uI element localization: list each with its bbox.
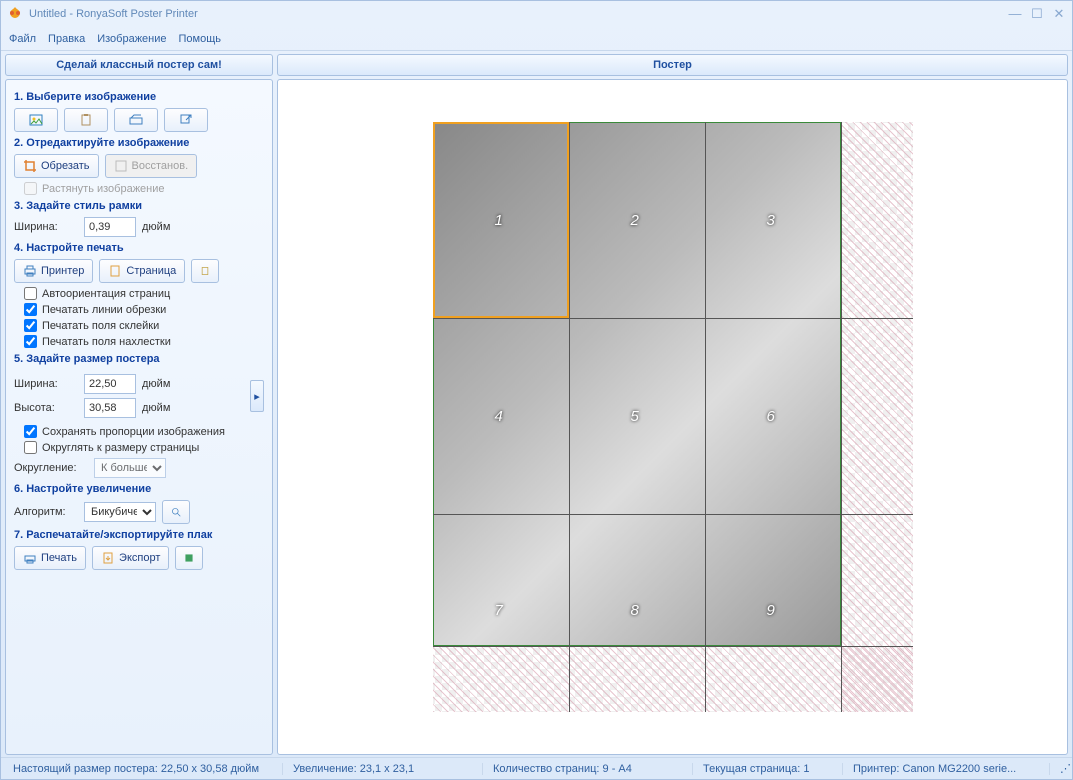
keep-ratio-checkbox[interactable] bbox=[24, 425, 37, 438]
step6-title: 6. Настройте увеличение bbox=[14, 483, 264, 495]
page-extra-button[interactable] bbox=[191, 259, 219, 283]
titlebar: Untitled - RonyaSoft Poster Printer — ☐ … bbox=[1, 1, 1072, 27]
crop-icon bbox=[23, 159, 37, 173]
statusbar: Настоящий размер постера: 22,50 x 30,58 … bbox=[1, 757, 1072, 779]
step3-title: 3. Задайте стиль рамки bbox=[14, 200, 264, 212]
square-icon bbox=[184, 551, 194, 565]
open-image-button[interactable] bbox=[14, 108, 58, 132]
header-row: Сделай классный постер сам! Постер bbox=[1, 51, 1072, 79]
window-title: Untitled - RonyaSoft Poster Printer bbox=[29, 8, 1008, 20]
menu-help[interactable]: Помощь bbox=[179, 33, 222, 45]
scanner-icon bbox=[129, 113, 143, 127]
clipboard-icon bbox=[79, 113, 93, 127]
header-poster-label: Постер bbox=[277, 54, 1068, 76]
print-button[interactable]: Печать bbox=[14, 546, 86, 570]
app-window: Untitled - RonyaSoft Poster Printer — ☐ … bbox=[0, 0, 1073, 780]
cell-number: 2 bbox=[631, 212, 639, 229]
cell-number: 7 bbox=[495, 602, 503, 619]
poster-height-label: Высота: bbox=[14, 402, 78, 414]
zoom-preview-button[interactable] bbox=[162, 500, 190, 524]
step5-title: 5. Задайте размер постера bbox=[14, 353, 264, 365]
page-icon bbox=[108, 264, 122, 278]
close-button[interactable]: ✕ bbox=[1052, 7, 1066, 21]
poster-height-input[interactable] bbox=[84, 398, 136, 418]
external-button[interactable] bbox=[164, 108, 208, 132]
cell-number: 3 bbox=[767, 212, 775, 229]
content-area: 1. Выберите изображение 2. Отредактируйт… bbox=[1, 79, 1072, 757]
print-icon bbox=[23, 551, 37, 565]
maximize-button[interactable]: ☐ bbox=[1030, 7, 1044, 21]
step7-title: 7. Распечатайте/экспортируйте плак bbox=[14, 529, 264, 541]
stretch-checkbox bbox=[24, 182, 37, 195]
stretch-checkbox-row: Растянуть изображение bbox=[24, 182, 264, 195]
export-button[interactable]: Экспорт bbox=[92, 546, 169, 570]
status-pages: Количество страниц: 9 - A4 bbox=[483, 763, 693, 775]
printer-icon bbox=[23, 264, 37, 278]
cut-lines-checkbox[interactable] bbox=[24, 303, 37, 316]
scan-button[interactable] bbox=[114, 108, 158, 132]
step4-title: 4. Настройте печать bbox=[14, 242, 264, 254]
page-plus-icon bbox=[200, 264, 210, 278]
printer-button[interactable]: Принтер bbox=[14, 259, 93, 283]
round-page-checkbox[interactable] bbox=[24, 441, 37, 454]
frame-width-label: Ширина: bbox=[14, 221, 78, 233]
auto-orient-checkbox[interactable] bbox=[24, 287, 37, 300]
frame-width-input[interactable] bbox=[84, 217, 136, 237]
cell-number: 1 bbox=[495, 212, 503, 229]
restore-icon bbox=[114, 159, 128, 173]
cell-number: 8 bbox=[631, 602, 639, 619]
menu-edit[interactable]: Правка bbox=[48, 33, 85, 45]
glue-fields-checkbox[interactable] bbox=[24, 319, 37, 332]
rounding-label: Округление: bbox=[14, 462, 88, 474]
step2-title: 2. Отредактируйте изображение bbox=[14, 137, 264, 149]
external-icon bbox=[179, 113, 193, 127]
poster-width-input[interactable] bbox=[84, 374, 136, 394]
status-printer: Принтер: Canon MG2200 serie... bbox=[843, 763, 1050, 775]
header-promo-button[interactable]: Сделай классный постер сам! bbox=[5, 54, 273, 76]
menu-file[interactable]: Файл bbox=[9, 33, 36, 45]
size-link-toggle[interactable]: ▸ bbox=[250, 380, 264, 412]
paste-button[interactable] bbox=[64, 108, 108, 132]
export-extra-button[interactable] bbox=[175, 546, 203, 570]
preview-pane[interactable]: 1 2 3 4 5 6 7 8 9 bbox=[277, 79, 1068, 755]
cell-number: 6 bbox=[767, 408, 775, 425]
rounding-select: К большем bbox=[94, 458, 166, 478]
algorithm-label: Алгоритм: bbox=[14, 506, 78, 518]
status-zoom: Увеличение: 23,1 x 23,1 bbox=[283, 763, 483, 775]
magnifier-icon bbox=[171, 505, 181, 519]
status-current: Текущая страница: 1 bbox=[693, 763, 843, 775]
algorithm-select[interactable]: Бикубическ bbox=[84, 502, 156, 522]
cell-number: 9 bbox=[767, 602, 775, 619]
menubar: Файл Правка Изображение Помощь bbox=[1, 27, 1072, 51]
export-icon bbox=[101, 551, 115, 565]
poster-canvas: 1 2 3 4 5 6 7 8 9 bbox=[433, 122, 913, 712]
cell-number: 4 bbox=[495, 408, 503, 425]
menu-image[interactable]: Изображение bbox=[97, 33, 166, 45]
app-logo-icon bbox=[7, 6, 23, 22]
image-icon bbox=[29, 113, 43, 127]
poster-width-label: Ширина: bbox=[14, 378, 78, 390]
page-button[interactable]: Страница bbox=[99, 259, 185, 283]
cell-number: 5 bbox=[631, 408, 639, 425]
restore-button: Восстанов. bbox=[105, 154, 198, 178]
resize-grip-icon[interactable]: ⋰ bbox=[1050, 762, 1070, 775]
status-size: Настоящий размер постера: 22,50 x 30,58 … bbox=[3, 763, 283, 775]
crop-button[interactable]: Обрезать bbox=[14, 154, 99, 178]
overlap-checkbox[interactable] bbox=[24, 335, 37, 348]
step1-title: 1. Выберите изображение bbox=[14, 91, 264, 103]
sidebar: 1. Выберите изображение 2. Отредактируйт… bbox=[5, 79, 273, 755]
minimize-button[interactable]: — bbox=[1008, 7, 1022, 21]
